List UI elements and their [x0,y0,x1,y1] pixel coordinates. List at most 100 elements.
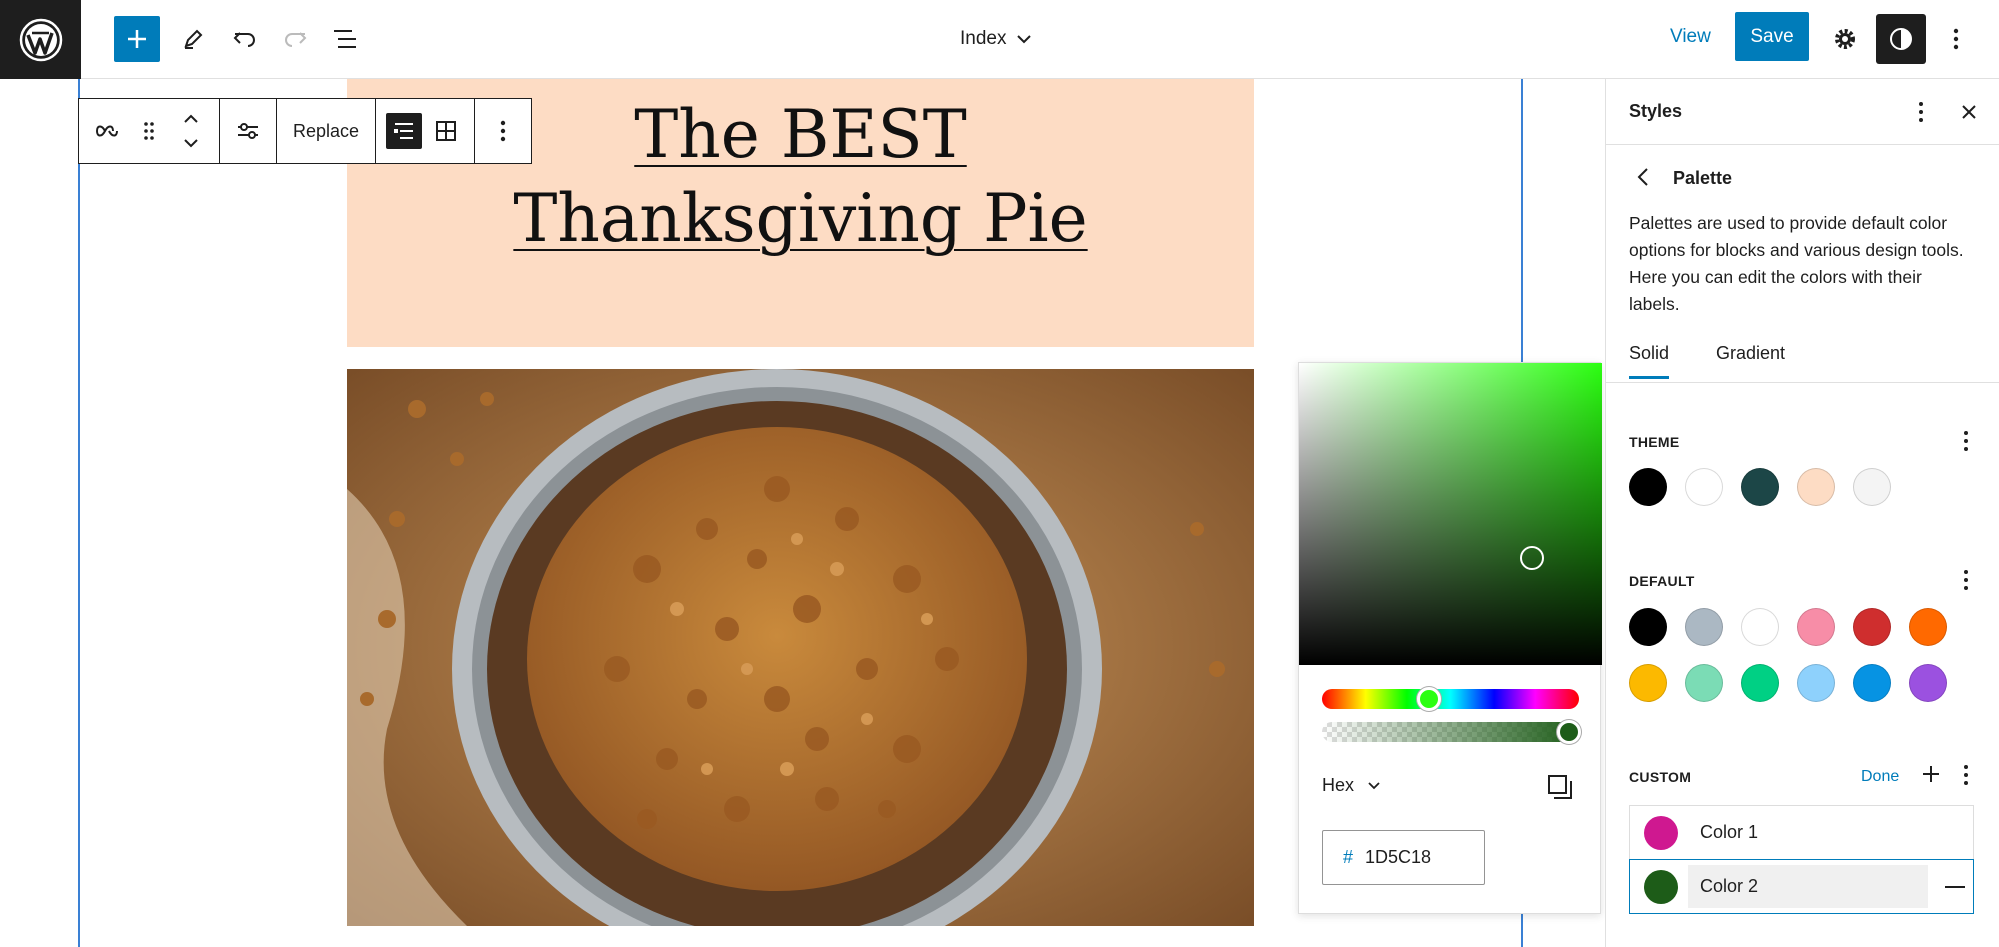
drag-handle-icon[interactable] [131,113,167,149]
undo-button[interactable] [222,16,268,62]
custom-color-swatch[interactable] [1644,815,1678,850]
copy-icon[interactable] [1546,773,1574,806]
theme-color-swatch[interactable] [1685,468,1723,506]
half-circle-icon [1890,28,1912,50]
pencil-icon [184,29,203,49]
back-arrow-icon[interactable] [1636,167,1650,192]
pie-image[interactable] [347,369,1254,926]
more-vertical-icon[interactable] [1954,427,1978,460]
redo-button[interactable] [272,16,318,62]
custom-color-name-input[interactable]: Color 2 [1688,865,1928,908]
saturation-area[interactable] [1299,363,1602,665]
default-color-swatch[interactable] [1741,608,1779,646]
default-color-swatch[interactable] [1685,608,1723,646]
styles-sidebar: Styles Palette Palettes are used to prov… [1605,79,1999,947]
custom-color-row[interactable]: Color 1 [1629,805,1974,860]
tab-gradient[interactable]: Gradient [1716,343,1785,376]
more-vertical-icon [1953,28,1959,50]
default-color-swatch[interactable] [1853,608,1891,646]
default-color-swatch[interactable] [1853,664,1891,702]
title-line-2: Thanksgiving Pie [513,180,1088,257]
add-block-button[interactable] [114,16,160,62]
tab-solid[interactable]: Solid [1629,343,1670,379]
default-color-swatch[interactable] [1797,664,1835,702]
settings-button[interactable] [1822,16,1868,62]
list-view-icon [334,30,356,48]
custom-label: CUSTOM [1629,769,1692,785]
document-title: Index [960,28,1007,49]
chevron-down-icon [1368,781,1380,789]
default-color-swatch[interactable] [1741,664,1779,702]
hue-handle[interactable] [1417,687,1441,711]
saturation-handle[interactable] [1520,546,1544,570]
hue-slider[interactable] [1322,687,1579,711]
add-color-icon[interactable] [1920,763,1942,790]
chevron-down-icon [1017,35,1032,44]
palette-tabs: Solid Gradient [1606,343,1999,383]
editor-canvas[interactable]: The BEST Thanksgiving Pie Replace Hex # … [0,79,1605,947]
save-button[interactable]: Save [1735,12,1809,61]
alpha-handle[interactable] [1557,720,1581,744]
sidebar-title: Styles [1629,101,1683,121]
document-title-button[interactable]: Index [960,18,1032,60]
block-toolbar: Replace [78,98,533,164]
toolbar-group-layout [376,99,476,163]
link-icon[interactable] [89,113,125,149]
more-vertical-icon[interactable] [1954,761,1978,794]
hex-prefix: # [1343,847,1354,867]
undo-icon [233,32,255,47]
view-link[interactable]: View [1670,26,1711,48]
color-picker-popover: Hex # 1D5C18 [1298,362,1602,914]
sliders-icon[interactable] [230,113,266,149]
theme-color-swatch[interactable] [1797,468,1835,506]
wordpress-logo-icon[interactable] [0,0,81,79]
custom-color-name: Color 2 [1700,876,1759,896]
default-color-swatch[interactable] [1685,664,1723,702]
title-line-1: The BEST [634,96,967,173]
options-button[interactable] [1936,16,1976,62]
toolbar-group-replace: Replace [277,99,377,163]
color-format-label: Hex [1322,775,1355,795]
gear-icon [1835,29,1855,49]
toolbar-group-move [79,99,220,163]
theme-color-swatch[interactable] [1629,468,1667,506]
toolbar-group-more [475,99,531,163]
redo-icon [285,32,307,47]
tools-button[interactable] [170,16,216,62]
hex-value: 1D5C18 [1365,847,1432,867]
theme-color-swatch[interactable] [1853,468,1891,506]
list-view-button[interactable] [322,16,368,62]
styles-button[interactable] [1876,14,1926,64]
more-vertical-icon[interactable] [1954,566,1978,599]
default-color-swatch[interactable] [1797,608,1835,646]
close-icon[interactable] [1954,97,1984,132]
default-color-swatch[interactable] [1909,664,1947,702]
sidebar-header: Styles [1606,79,1999,145]
more-vertical-icon[interactable] [1906,97,1936,132]
replace-button[interactable]: Replace [287,121,365,142]
custom-color-row-selected[interactable]: Color 2 [1629,859,1974,914]
default-color-swatch[interactable] [1909,608,1947,646]
custom-color-swatch[interactable] [1644,869,1678,904]
editor-header: Index View Save [0,0,1999,79]
default-label: DEFAULT [1629,573,1695,589]
toolbar-group-settings [220,99,277,163]
alpha-slider[interactable] [1322,720,1581,744]
remove-color-icon[interactable] [1945,886,1965,888]
text-overlay-icon[interactable] [386,113,423,149]
theme-color-swatch[interactable] [1741,468,1779,506]
palette-heading: Palette [1673,168,1733,188]
more-vertical-icon[interactable] [485,113,521,149]
hex-input[interactable]: # 1D5C18 [1322,830,1485,885]
grid-icon[interactable] [428,113,464,149]
default-color-swatch[interactable] [1629,608,1667,646]
theme-label: THEME [1629,434,1680,450]
palette-description: Palettes are used to provide default col… [1629,213,1964,314]
move-up-down-icon[interactable] [173,113,209,149]
color-format-select[interactable]: Hex [1322,775,1380,796]
done-button[interactable]: Done [1861,768,1899,786]
block-outline-left [78,79,80,947]
add-icon [128,30,146,48]
custom-color-name: Color 1 [1700,822,1759,842]
default-color-swatch[interactable] [1629,664,1667,702]
